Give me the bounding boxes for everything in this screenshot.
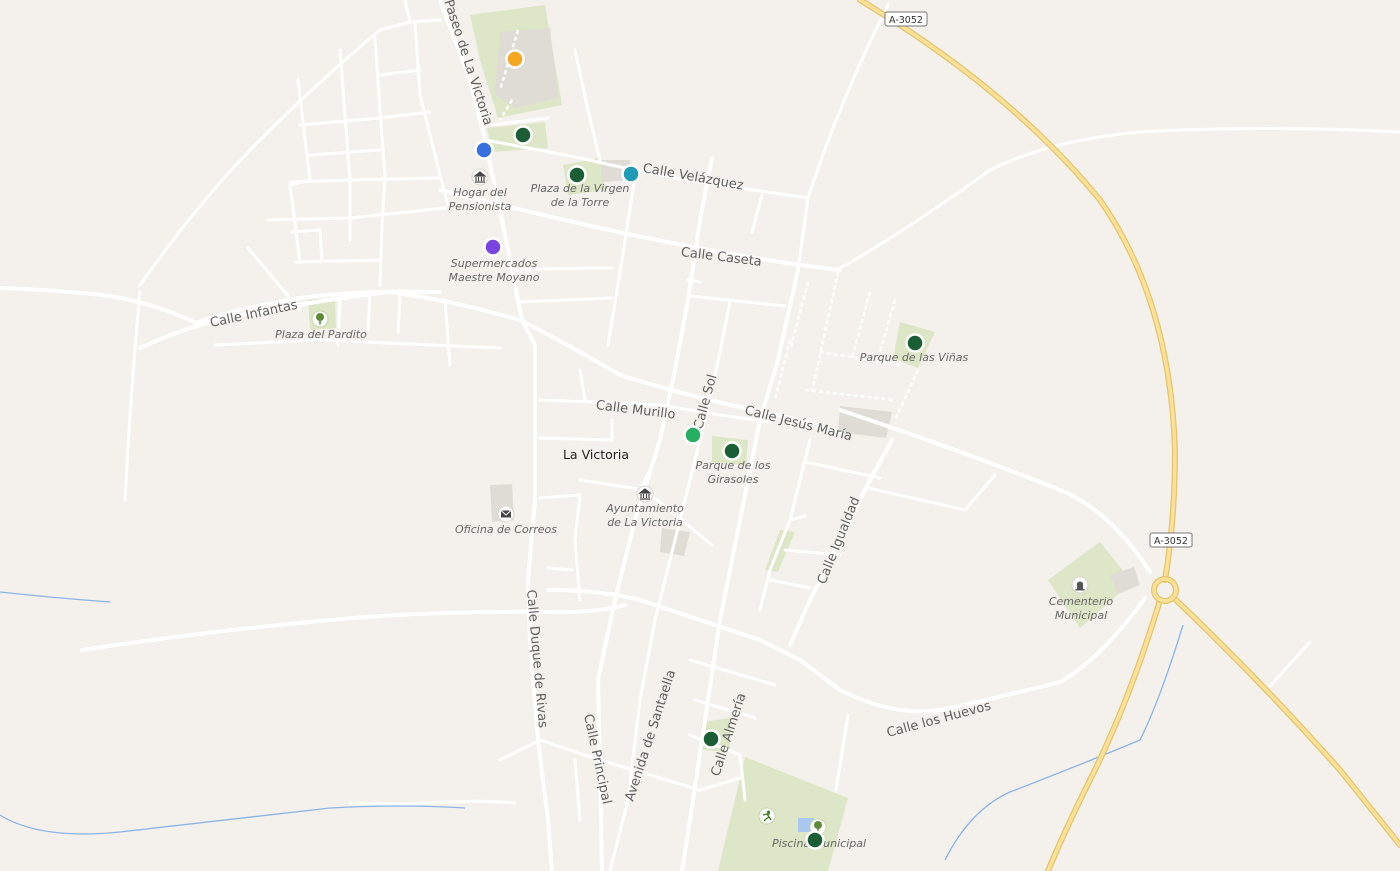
shield-a3052-right: A-3052 [1149, 532, 1193, 548]
poi-label-ayunt-1: Ayuntamiento [605, 502, 684, 515]
poi-label-girasoles-1: Parque de los [696, 459, 771, 472]
mail-icon[interactable] [497, 505, 515, 523]
museum-icon[interactable] [636, 485, 654, 503]
map-marker-dark-green[interactable] [567, 165, 587, 185]
map-marker-teal[interactable] [621, 164, 641, 184]
poi-label-super-1: Supermercados [451, 257, 538, 270]
tree-icon[interactable] [311, 310, 329, 328]
poi-label-super-2: Maestre Moyano [448, 271, 539, 284]
map-marker-dark-green[interactable] [805, 830, 825, 850]
map-marker-dark-green[interactable] [701, 729, 721, 749]
map-marker-dark-green[interactable] [722, 441, 742, 461]
map-marker-dark-green[interactable] [513, 125, 533, 145]
shield-a3052-right-text: A-3052 [1154, 536, 1188, 547]
poi-label-pardito: Plaza del Pardito [275, 328, 367, 341]
poi-label-vinas: Parque de las Viñas [860, 351, 969, 364]
map-marker-orange[interactable] [505, 49, 525, 69]
road-h7 [293, 258, 382, 264]
poi-label-girasoles-2: Girasoles [708, 473, 759, 486]
shield-a3052-top-text: A-3052 [889, 15, 923, 26]
sports-icon[interactable] [758, 807, 776, 825]
poi-label-hogar-1: Hogar del [453, 186, 507, 199]
cemetery-icon[interactable] [1071, 576, 1089, 594]
road-p3 [396, 293, 402, 334]
road-p2 [366, 290, 372, 332]
poi-label-virgen-2: de la Torre [551, 196, 610, 209]
map-marker-blue[interactable] [474, 140, 494, 160]
poi-label-cementerio-1: Cementerio [1049, 595, 1114, 608]
map-canvas[interactable]: A-3052 A-3052 Paseo de La Victoria Calle… [0, 0, 1400, 871]
poi-label-correos: Oficina de Correos [455, 523, 557, 536]
building-school [495, 28, 558, 108]
poi-label-ayunt-2: de La Victoria [607, 516, 683, 529]
shield-a3052-top: A-3052 [884, 11, 928, 27]
museum-icon[interactable] [471, 168, 489, 186]
map-marker-green[interactable] [683, 425, 703, 445]
poi-label-cementerio-2: Municipal [1055, 609, 1107, 622]
road-c7 [546, 566, 574, 572]
road-c2 [686, 278, 702, 284]
map-marker-dark-green[interactable] [905, 333, 925, 353]
place-label-la-victoria: La Victoria [563, 447, 629, 462]
map-marker-purple[interactable] [483, 237, 503, 257]
poi-label-hogar-2: Pensionista [449, 200, 512, 213]
